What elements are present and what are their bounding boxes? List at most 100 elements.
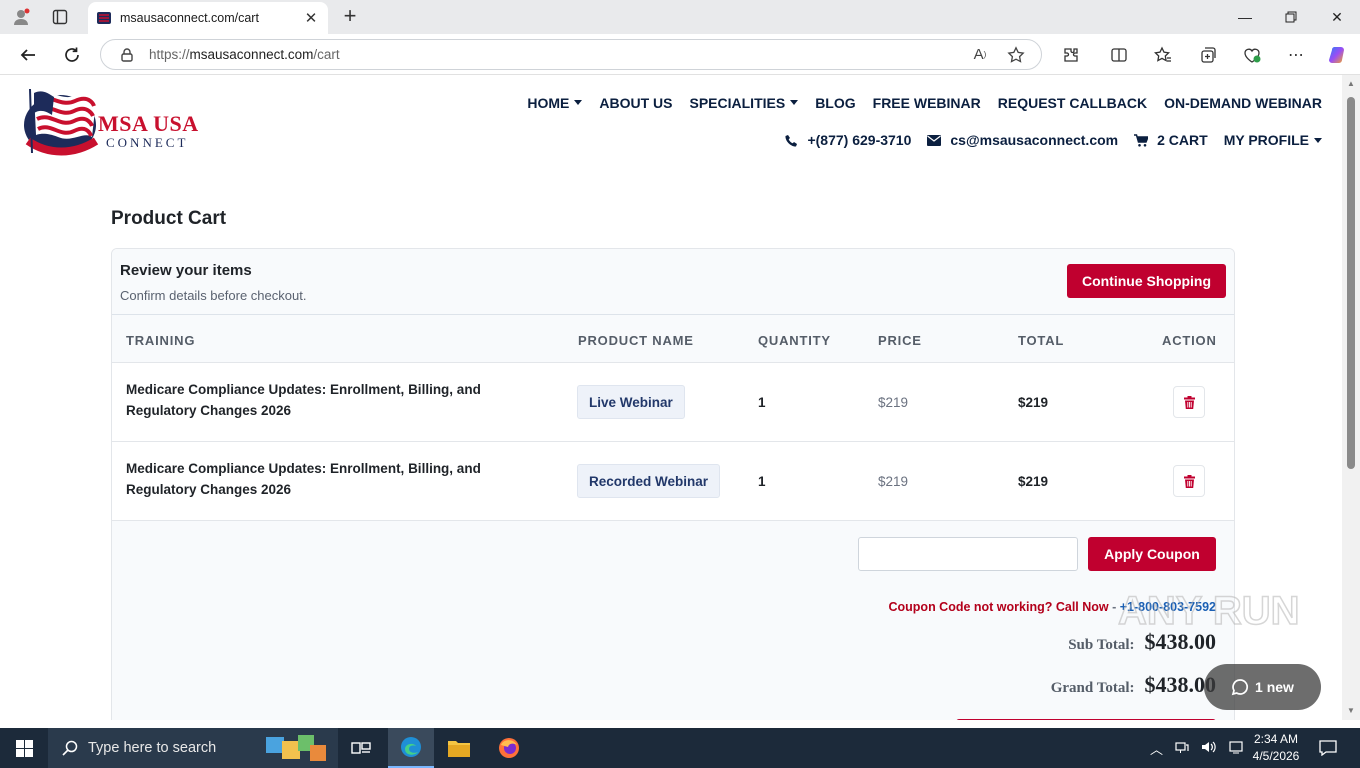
- notification-badge[interactable]: 1 new: [1204, 664, 1321, 710]
- chevron-down-icon: [574, 100, 583, 105]
- restore-button[interactable]: [1268, 0, 1314, 34]
- price-value: $219: [878, 474, 909, 489]
- continue-shopping-button[interactable]: Continue Shopping: [1067, 264, 1226, 298]
- file-explorer-icon[interactable]: [436, 728, 482, 768]
- split-screen-icon[interactable]: [1107, 43, 1131, 67]
- browser-tab-active[interactable]: msausaconnect.com/cart ✕: [88, 2, 328, 34]
- address-bar[interactable]: https://msausaconnect.com/cart A): [100, 39, 1042, 70]
- search-highlight-icon: [266, 735, 326, 761]
- scrollbar-thumb[interactable]: [1347, 97, 1355, 469]
- windows-taskbar: Type here to search ︿ 2:34 AM 4/5/2026: [0, 728, 1360, 768]
- start-button[interactable]: [0, 728, 48, 768]
- scroll-up-arrow-icon[interactable]: ▲: [1346, 79, 1356, 89]
- quantity-value: 1: [758, 474, 766, 489]
- training-title: Medicare Compliance Updates: Enrollment,…: [126, 382, 481, 418]
- contact-navigation: +(877) 629-3710 cs@msausaconnect.com 2 C…: [785, 132, 1322, 148]
- copilot-icon[interactable]: [1326, 43, 1350, 67]
- back-button[interactable]: [15, 42, 41, 68]
- tab-actions-icon[interactable]: [49, 6, 71, 28]
- product-type-badge: Live Webinar: [577, 385, 685, 419]
- network-icon[interactable]: [1175, 740, 1189, 757]
- column-header-quantity: QUANTITY: [758, 333, 831, 348]
- favorite-star-icon[interactable]: [1005, 44, 1027, 66]
- page-title: Product Cart: [111, 208, 227, 229]
- checkout-button[interactable]: [956, 719, 1216, 720]
- trash-icon: [1183, 395, 1195, 409]
- column-header-training: TRAINING: [126, 333, 196, 348]
- nav-request-callback[interactable]: REQUEST CALLBACK: [998, 95, 1147, 111]
- nav-free-webinar[interactable]: FREE WEBINAR: [873, 95, 981, 111]
- table-row: Medicare Compliance Updates: Enrollment,…: [112, 363, 1234, 442]
- browser-toolbar: https://msausaconnect.com/cart A) ⋯: [0, 34, 1360, 75]
- chat-icon: [1231, 679, 1249, 696]
- tab-close-icon[interactable]: ✕: [302, 9, 320, 27]
- cart-icon: [1134, 133, 1149, 147]
- delete-item-button[interactable]: [1173, 465, 1205, 497]
- clock-date: 4/5/2026: [1252, 749, 1300, 763]
- collections-icon[interactable]: [1196, 43, 1220, 67]
- ime-icon[interactable]: [1229, 740, 1243, 757]
- taskbar-search-box[interactable]: Type here to search: [48, 728, 338, 768]
- cart-table-header: TRAINING PRODUCT NAME QUANTITY PRICE TOT…: [112, 315, 1234, 363]
- edge-taskbar-icon[interactable]: [388, 728, 434, 768]
- firefox-icon[interactable]: [486, 728, 532, 768]
- product-type-badge: Recorded Webinar: [577, 464, 721, 498]
- brand-name: MSA USA: [98, 111, 199, 136]
- coupon-code-input[interactable]: [858, 537, 1078, 571]
- nav-specialities[interactable]: SPECIALITIES: [690, 95, 799, 111]
- minimize-button[interactable]: —: [1222, 0, 1268, 34]
- nav-on-demand-webinar[interactable]: ON-DEMAND WEBINAR: [1164, 95, 1322, 111]
- close-window-button[interactable]: ✕: [1314, 0, 1360, 34]
- read-aloud-icon[interactable]: A): [969, 44, 991, 66]
- new-tab-button[interactable]: +: [338, 4, 362, 28]
- grand-total-label: Grand Total:: [1050, 680, 1135, 696]
- system-tray: ︿: [1150, 728, 1243, 768]
- nav-blog[interactable]: BLOG: [815, 95, 855, 111]
- scroll-down-arrow-icon[interactable]: ▼: [1346, 706, 1356, 716]
- page-scrollbar[interactable]: ▲ ▼: [1342, 75, 1360, 720]
- anyrun-watermark: ANY RUN: [1117, 588, 1300, 634]
- chevron-up-icon[interactable]: ︿: [1150, 739, 1163, 758]
- total-value: $219: [1018, 474, 1049, 489]
- cart-link[interactable]: 2 CART: [1134, 132, 1208, 148]
- url-text[interactable]: https://msausaconnect.com/cart: [149, 47, 969, 62]
- more-menu-icon[interactable]: ⋯: [1284, 43, 1308, 67]
- notification-center-icon[interactable]: [1306, 728, 1350, 768]
- nav-about-us[interactable]: ABOUT US: [599, 95, 672, 111]
- nav-home[interactable]: HOME: [527, 95, 583, 111]
- windows-logo-icon: [15, 739, 33, 757]
- training-title: Medicare Compliance Updates: Enrollment,…: [126, 461, 481, 497]
- email-link[interactable]: cs@msausaconnect.com: [927, 132, 1118, 148]
- browser-tab-bar: msausaconnect.com/cart ✕ + — ✕: [0, 0, 1360, 34]
- grand-total-line: Grand Total: $438.00: [1051, 672, 1216, 698]
- quantity-value: 1: [758, 395, 766, 410]
- column-header-product-name: PRODUCT NAME: [578, 333, 694, 348]
- search-icon: [62, 740, 78, 756]
- site-info-icon[interactable]: [119, 47, 135, 63]
- site-logo[interactable]: MSA USA CONNECT: [20, 83, 202, 159]
- apply-coupon-button[interactable]: Apply Coupon: [1088, 537, 1216, 571]
- chevron-down-icon: [790, 100, 799, 105]
- column-header-action: ACTION: [1162, 333, 1217, 348]
- cart-summary: Apply Coupon Coupon Code not working? Ca…: [112, 521, 1234, 720]
- extensions-icon[interactable]: [1059, 43, 1083, 67]
- task-view-icon[interactable]: [338, 728, 384, 768]
- delete-item-button[interactable]: [1173, 386, 1205, 418]
- main-navigation: HOME ABOUT US SPECIALITIES BLOG FREE WEB…: [527, 95, 1322, 111]
- profile-icon[interactable]: [10, 6, 32, 28]
- tab-title: msausaconnect.com/cart: [120, 11, 259, 25]
- trash-icon: [1183, 474, 1195, 488]
- volume-icon[interactable]: [1201, 740, 1217, 757]
- favorites-icon[interactable]: [1151, 43, 1175, 67]
- chevron-down-icon: [1314, 137, 1322, 143]
- cart-card-header: Review your items Confirm details before…: [112, 249, 1234, 315]
- my-profile-menu[interactable]: MY PROFILE: [1224, 132, 1322, 148]
- review-title: Review your items: [120, 262, 252, 279]
- column-header-price: PRICE: [878, 333, 922, 348]
- phone-link[interactable]: +(877) 629-3710: [785, 132, 911, 148]
- browser-essentials-icon[interactable]: [1240, 43, 1264, 67]
- table-row: Medicare Compliance Updates: Enrollment,…: [112, 442, 1234, 521]
- column-header-total: TOTAL: [1018, 333, 1065, 348]
- system-clock[interactable]: 2:34 AM 4/5/2026: [1248, 731, 1304, 765]
- refresh-button[interactable]: [59, 42, 85, 68]
